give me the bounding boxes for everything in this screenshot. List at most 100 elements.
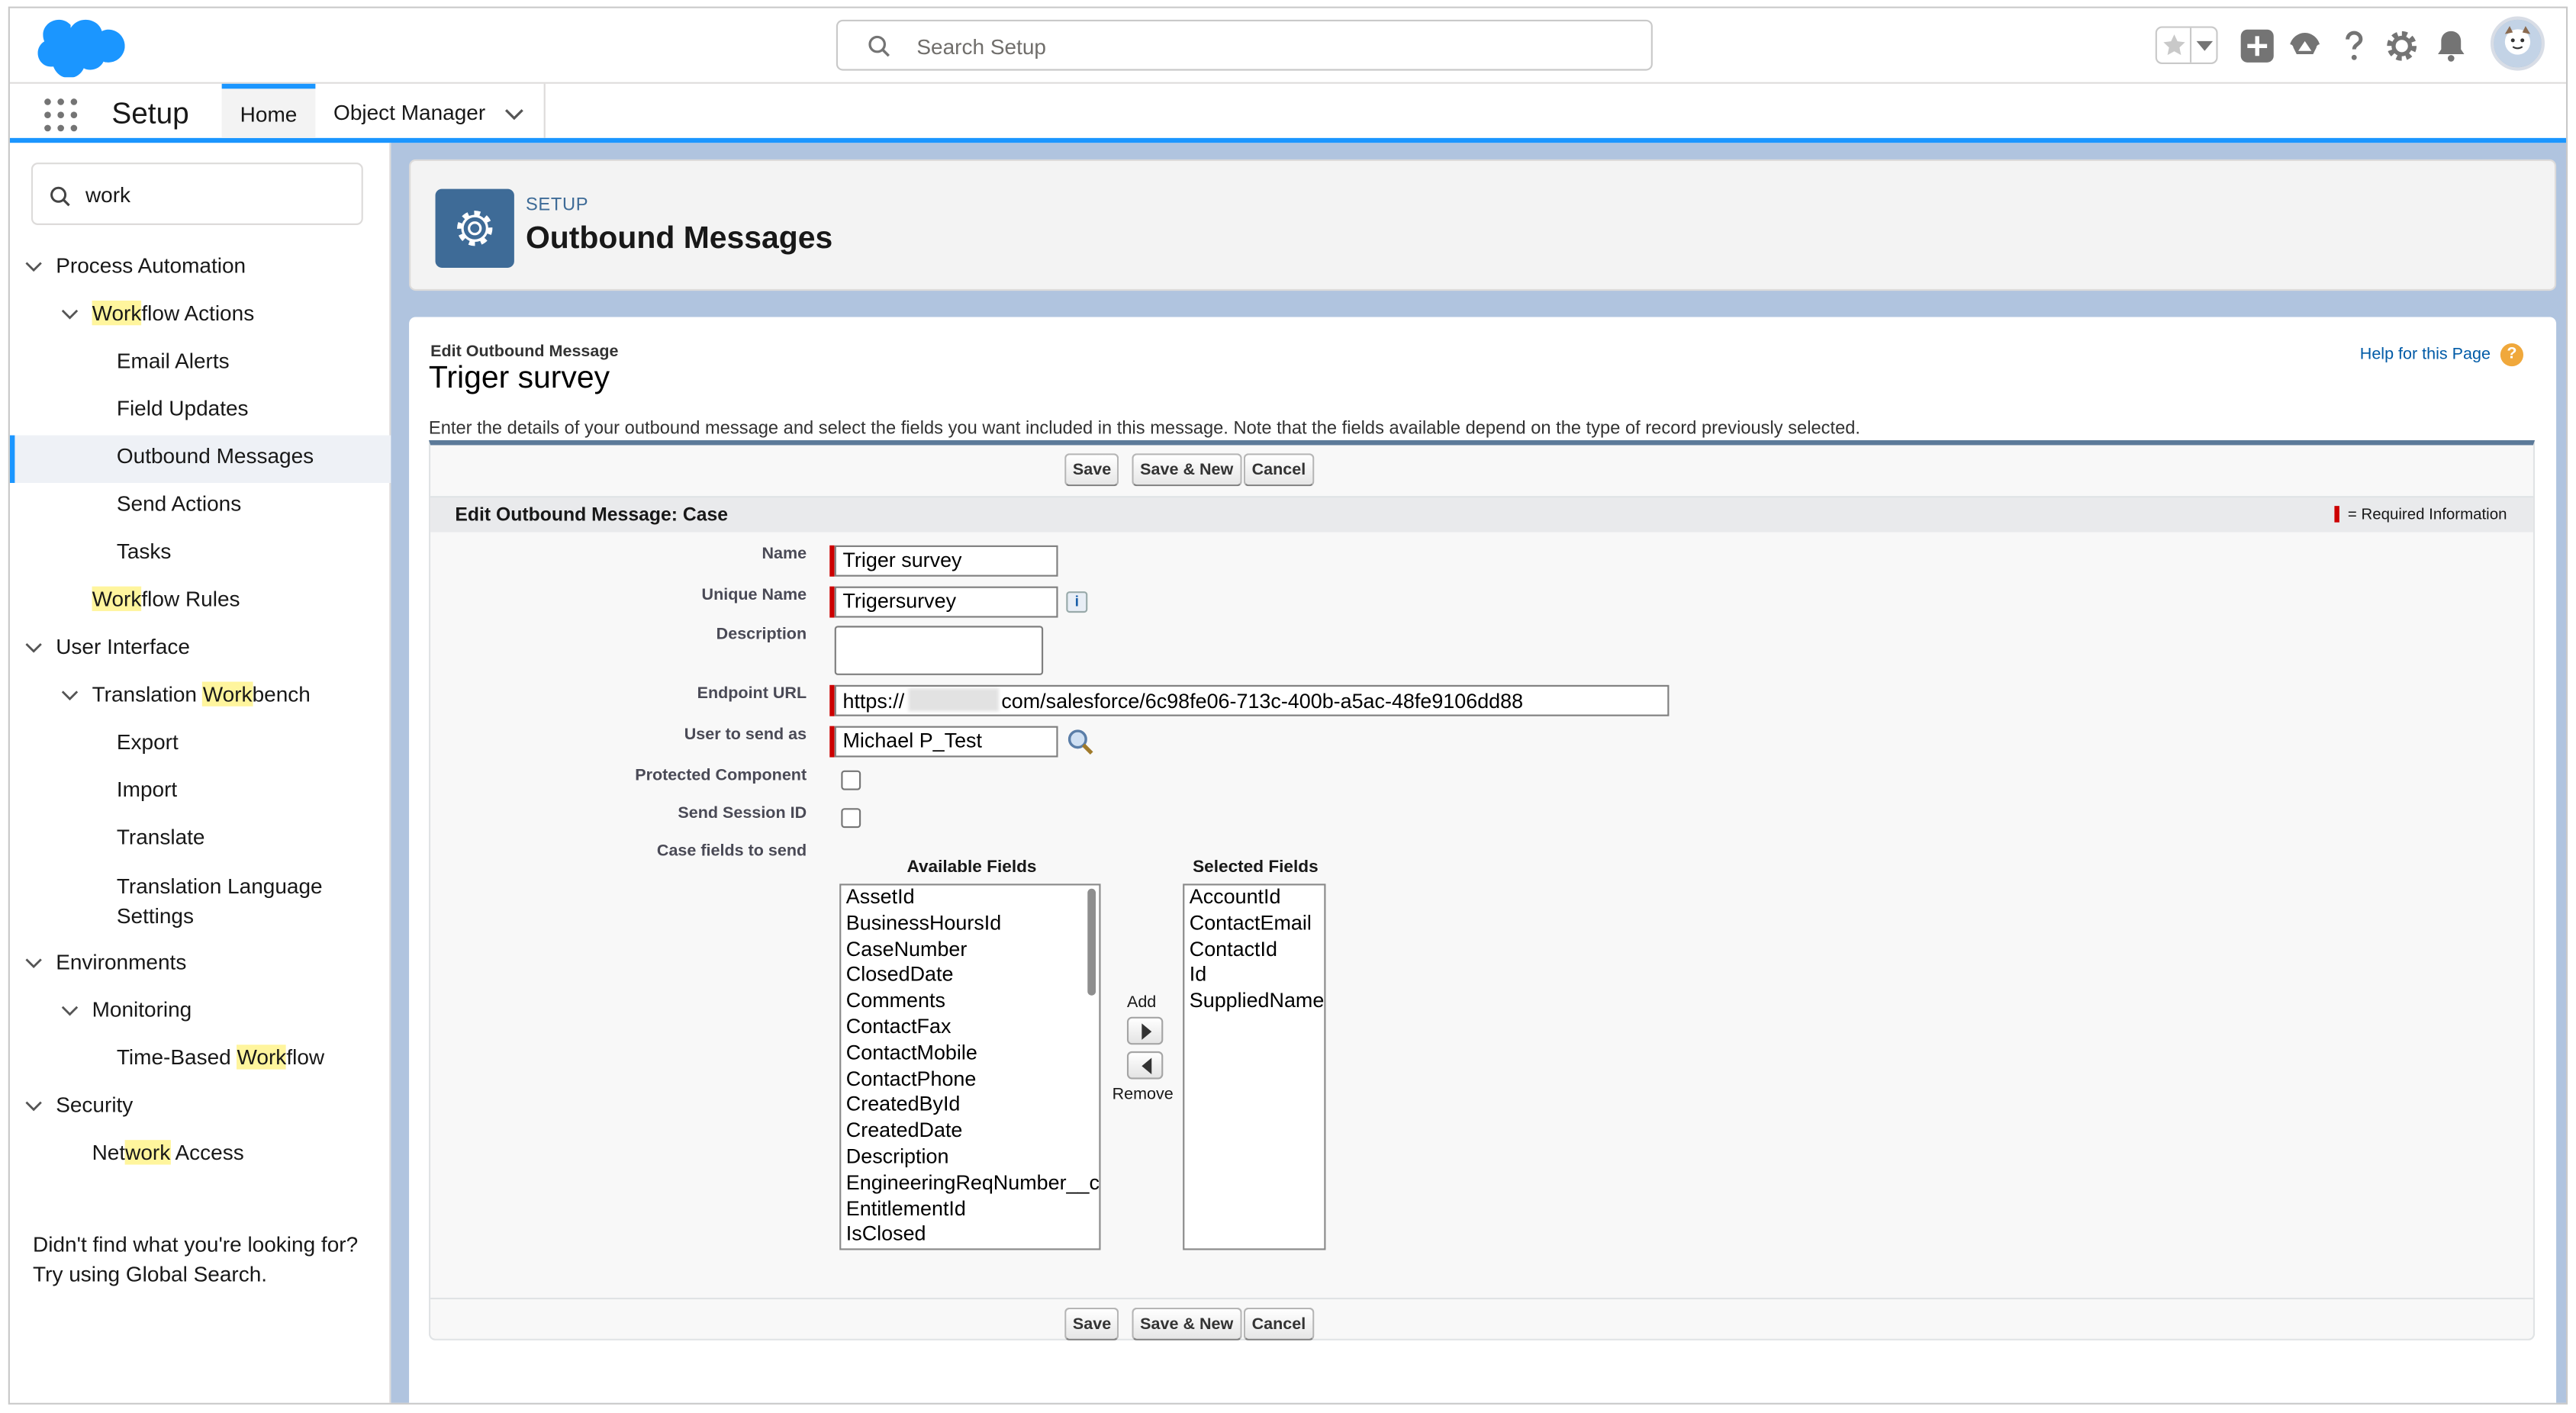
sidebar-item-outbound-messages[interactable]: Outbound Messages bbox=[9, 435, 391, 483]
sidebar-item-monitoring[interactable]: Monitoring bbox=[10, 989, 391, 1036]
list-option[interactable]: ClosedDate bbox=[841, 963, 1099, 989]
lookup-icon[interactable] bbox=[1066, 728, 1094, 756]
tab-home[interactable]: Home bbox=[221, 83, 316, 138]
unique-name-input[interactable]: Trigersurvey bbox=[834, 586, 1058, 618]
chevron-down-icon[interactable] bbox=[61, 1002, 79, 1020]
cancel-button[interactable]: Cancel bbox=[1243, 453, 1314, 487]
astro-avatar-icon bbox=[2494, 19, 2542, 68]
save-button[interactable]: Save bbox=[1064, 1307, 1119, 1341]
tab-object-manager[interactable]: Object Manager bbox=[315, 83, 546, 138]
list-option[interactable]: ContactMobile bbox=[841, 1041, 1099, 1067]
label-text: Tasks bbox=[116, 539, 172, 564]
help-icon[interactable] bbox=[2336, 28, 2372, 64]
quick-find-input[interactable] bbox=[82, 177, 353, 211]
chevron-down-icon[interactable] bbox=[24, 639, 43, 658]
quick-find-box[interactable] bbox=[31, 163, 363, 225]
list-option[interactable]: Id bbox=[1184, 963, 1324, 989]
sidebar-item-translate[interactable]: Translate bbox=[10, 816, 391, 864]
setup-search-box[interactable]: Search Setup bbox=[836, 19, 1653, 71]
endpoint-url-label: Endpoint URL bbox=[697, 684, 807, 703]
list-option[interactable]: ContactFax bbox=[841, 1015, 1099, 1041]
chevron-down-icon[interactable] bbox=[61, 687, 79, 705]
chevron-down-icon[interactable] bbox=[24, 258, 43, 276]
protected-component-checkbox[interactable] bbox=[841, 770, 861, 790]
available-fields-options: AssetId BusinessHoursId CaseNumber ClosedDa… bbox=[841, 885, 1100, 1249]
sidebar-item-tasks[interactable]: Tasks bbox=[10, 530, 391, 578]
list-option[interactable]: CreatedDate bbox=[841, 1119, 1099, 1145]
list-option[interactable]: Comments bbox=[841, 990, 1099, 1015]
sidebar-item-network-access[interactable]: Network Access bbox=[10, 1131, 391, 1179]
list-option[interactable]: SuppliedName bbox=[1184, 990, 1325, 1015]
list-option[interactable]: ContactEmail bbox=[1184, 911, 1324, 937]
sidebar-item-workflow-rules[interactable]: Workflow Rules bbox=[10, 578, 391, 626]
remove-arrow-button[interactable] bbox=[1126, 1051, 1164, 1080]
sidebar-item-export[interactable]: Export bbox=[10, 721, 391, 768]
list-option[interactable]: EntitlementId bbox=[841, 1197, 1099, 1223]
sidebar-item-process-automation[interactable]: Process Automation bbox=[10, 245, 391, 292]
list-option[interactable]: AccountId bbox=[1184, 885, 1324, 911]
breadcrumb: SETUP bbox=[525, 195, 589, 216]
available-fields-listbox[interactable]: AssetId BusinessHoursId CaseNumber ClosedDa… bbox=[839, 884, 1101, 1250]
label-text-line-2: Settings bbox=[116, 903, 195, 929]
list-option[interactable]: BusinessHoursId bbox=[841, 911, 1099, 937]
chevron-down-icon[interactable] bbox=[61, 305, 79, 323]
list-option[interactable]: Description bbox=[841, 1145, 1099, 1171]
trailhead-icon[interactable] bbox=[2287, 28, 2323, 64]
selected-fields-listbox[interactable]: AccountId ContactEmail ContactId Id Supplied… bbox=[1183, 884, 1326, 1250]
label-text: User Interface bbox=[56, 634, 191, 659]
list-option[interactable]: ContactPhone bbox=[841, 1067, 1099, 1093]
sidebar-item-user-interface[interactable]: User Interface bbox=[10, 626, 391, 673]
app-launcher-icon[interactable] bbox=[43, 97, 79, 133]
cancel-button[interactable]: Cancel bbox=[1243, 1307, 1314, 1341]
endpoint-url-input[interactable]: https:// com/salesforce/6c98fe06-713c-400… bbox=[834, 684, 1670, 716]
sidebar-item-security[interactable]: Security bbox=[10, 1084, 391, 1131]
add-icon[interactable] bbox=[2240, 28, 2275, 64]
sidebar-item-label: Import bbox=[117, 777, 177, 801]
sidebar-item-workflow-actions[interactable]: Workflow Actions bbox=[10, 292, 391, 340]
send-session-id-label: Send Session ID bbox=[678, 804, 807, 823]
label-text: Time-Based bbox=[116, 1044, 237, 1070]
info-icon[interactable]: i bbox=[1066, 591, 1088, 613]
save-and-new-button[interactable]: Save & New bbox=[1132, 453, 1242, 487]
add-arrow-button[interactable] bbox=[1126, 1016, 1164, 1045]
user-to-send-as-input[interactable]: Michael P_Test bbox=[834, 726, 1058, 758]
save-and-new-button[interactable]: Save & New bbox=[1132, 1307, 1242, 1341]
sidebar-item-time-based-workflow[interactable]: Time-Based Workflow bbox=[10, 1037, 391, 1084]
help-for-this-page-link[interactable]: Help for this Page? bbox=[2360, 343, 2524, 367]
notifications-bell-icon[interactable] bbox=[2433, 28, 2469, 64]
list-option[interactable]: IsClosed bbox=[841, 1223, 1099, 1249]
sidebar-item-translation-workbench[interactable]: Translation Workbench bbox=[10, 674, 391, 721]
user-avatar[interactable] bbox=[2490, 16, 2545, 71]
sidebar-item-send-actions[interactable]: Send Actions bbox=[10, 483, 391, 530]
list-option[interactable]: ContactId bbox=[1184, 937, 1324, 963]
favorites-button[interactable] bbox=[2155, 26, 2218, 64]
label-text: Translation Language bbox=[116, 874, 323, 899]
label-text: Environments bbox=[56, 949, 187, 974]
list-option[interactable]: EngineeringReqNumber__c bbox=[841, 1171, 1100, 1197]
sidebar-item-translation-language-settings[interactable]: Translation Language Settings bbox=[10, 864, 391, 941]
name-input[interactable]: Triger survey bbox=[834, 545, 1058, 577]
send-session-id-checkbox[interactable] bbox=[841, 808, 861, 829]
salesforce-logo[interactable] bbox=[33, 14, 125, 78]
description-label: Description bbox=[716, 626, 807, 644]
save-button[interactable]: Save bbox=[1064, 453, 1119, 487]
sidebar-item-email-alerts[interactable]: Email Alerts bbox=[10, 340, 391, 388]
sidebar-item-field-updates[interactable]: Field Updates bbox=[10, 388, 391, 435]
chevron-down-icon[interactable] bbox=[24, 1097, 43, 1115]
main-area: SETUP Outbound Messages Edit Outbound Me… bbox=[391, 143, 2566, 1403]
label-text: Net bbox=[92, 1140, 126, 1165]
list-option[interactable]: CaseNumber bbox=[841, 937, 1099, 963]
setup-gear-icon[interactable] bbox=[2384, 28, 2420, 64]
chevron-down-icon[interactable] bbox=[504, 104, 524, 124]
description-textarea[interactable] bbox=[834, 626, 1044, 675]
chevron-down-icon[interactable] bbox=[24, 954, 43, 973]
sidebar-item-import[interactable]: Import bbox=[10, 769, 391, 816]
sidebar-item-environments[interactable]: Environments bbox=[10, 941, 391, 989]
sidebar-item-label: Workflow Rules bbox=[92, 586, 240, 611]
setup-sidebar: Process AutomationWorkflow ActionsEmail … bbox=[9, 143, 391, 1403]
list-option[interactable]: CreatedById bbox=[841, 1093, 1099, 1119]
list-option[interactable]: AssetId bbox=[841, 885, 1099, 911]
setup-window: Search Setup Setup Home Object Manager w… bbox=[8, 6, 2568, 1405]
listbox-scrollbar[interactable] bbox=[1087, 888, 1096, 996]
label-text: Translate bbox=[116, 824, 205, 850]
